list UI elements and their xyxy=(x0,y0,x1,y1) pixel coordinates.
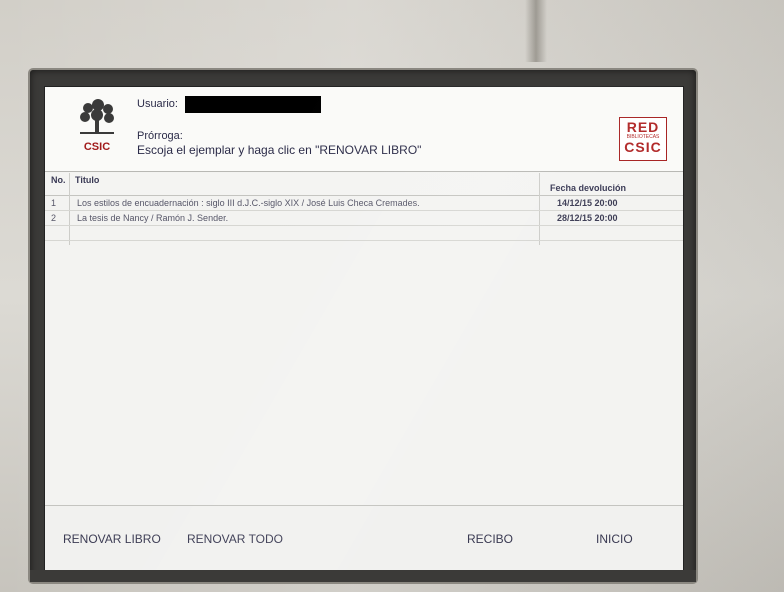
logo-red-top: RED xyxy=(626,119,660,135)
column-fecha: Fecha devolución xyxy=(550,183,627,193)
user-label: Usuario: xyxy=(137,98,178,110)
user-name-redacted xyxy=(185,96,321,113)
footer-bar: RENOVAR LIBRO RENOVAR TODO RECIBO INICIO xyxy=(45,505,683,571)
table-row[interactable]: 1 Los estilos de encuadernación : siglo … xyxy=(45,196,683,211)
kiosk-screen: CSIC Usuario: Prórroga: Escoja el ejempl… xyxy=(44,86,684,572)
csic-logo: CSIC xyxy=(73,99,121,159)
renovar-todo-button[interactable]: RENOVAR TODO xyxy=(187,532,283,546)
column-title: Titulo xyxy=(75,175,100,185)
red-bibliotecas-logo: RED BIBLIOTECAS CSIC xyxy=(619,117,667,161)
header: CSIC Usuario: Prórroga: Escoja el ejempl… xyxy=(45,87,683,172)
renovar-libro-button[interactable]: RENOVAR LIBRO xyxy=(63,532,161,546)
row-title: La tesis de Nancy / Ramón J. Sender. xyxy=(77,213,229,223)
row-no: 2 xyxy=(51,213,57,223)
row-fecha: 14/12/15 20:00 xyxy=(557,198,618,208)
row-no: 1 xyxy=(51,198,57,208)
logo-red-bottom: CSIC xyxy=(624,139,662,155)
row-fecha: 28/12/15 20:00 xyxy=(557,213,618,223)
column-no: No. xyxy=(51,175,66,185)
recibo-button[interactable]: RECIBO xyxy=(467,532,513,546)
prorroga-label: Prórroga: xyxy=(137,130,183,142)
shadow xyxy=(525,0,547,62)
table-header: No. Titulo Fecha devolución xyxy=(45,173,683,196)
instruction-text: Escoja el ejemplar y haga clic en "RENOV… xyxy=(137,143,422,157)
csic-logo-label: CSIC xyxy=(83,141,111,153)
row-title: Los estilos de encuadernación : siglo II… xyxy=(77,198,420,208)
table-row-empty xyxy=(45,226,683,241)
inicio-button[interactable]: INICIO xyxy=(596,532,633,546)
monitor-bezel-bottom xyxy=(30,570,696,582)
tree-icon xyxy=(76,99,118,139)
table-row[interactable]: 2 La tesis de Nancy / Ramón J. Sender. 2… xyxy=(45,211,683,226)
